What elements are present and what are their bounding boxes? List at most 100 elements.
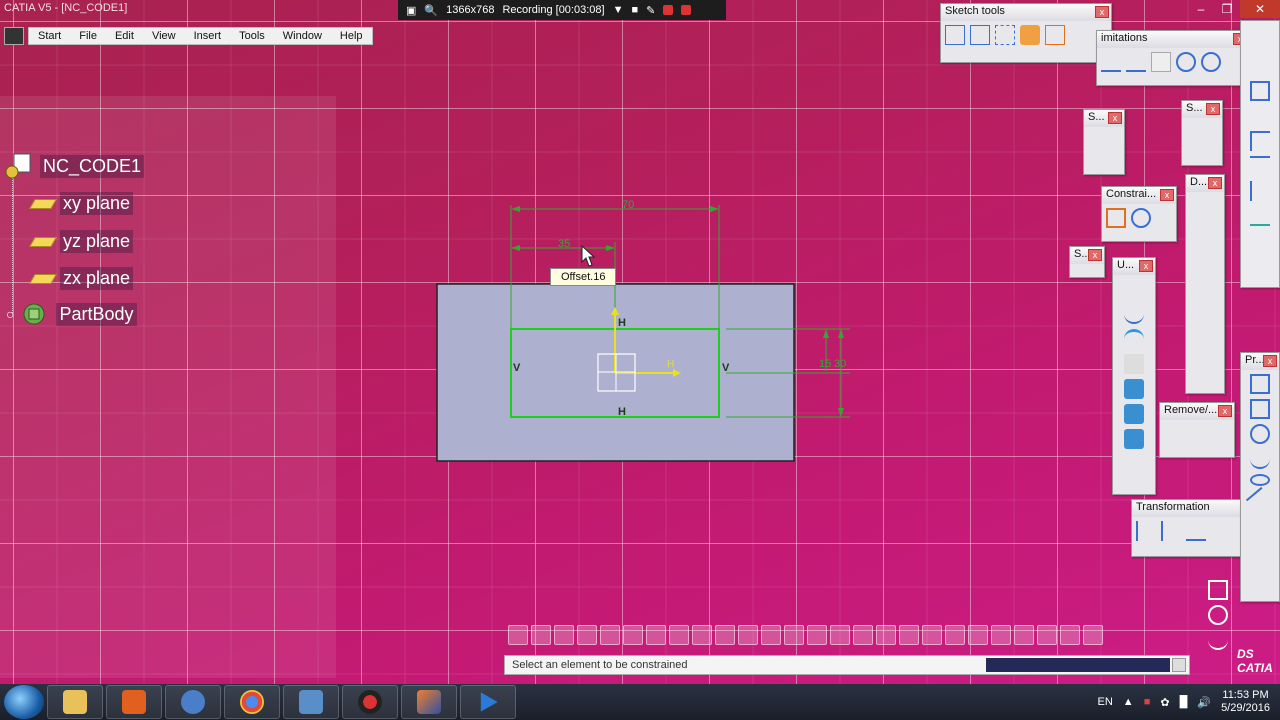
toolbar-small-s1[interactable]: S... x	[1083, 109, 1125, 175]
zoom-out-icon[interactable]	[807, 625, 827, 645]
quick-trim-icon[interactable]	[1151, 52, 1171, 72]
constraint-v-right[interactable]: V	[722, 362, 730, 374]
layer-icon[interactable]	[1250, 206, 1270, 226]
close-arc-icon[interactable]	[1176, 52, 1196, 72]
break-icon[interactable]	[1126, 52, 1146, 72]
dimension-70-label[interactable]: 70	[622, 199, 634, 211]
comment-icon[interactable]	[577, 625, 597, 645]
wireframe-icon[interactable]	[968, 625, 988, 645]
toolbar-profile[interactable]: Pr... x	[1240, 352, 1280, 602]
dimensional-constraints-icon[interactable]	[1045, 25, 1065, 45]
constraint-v-left[interactable]: V	[513, 362, 521, 374]
layer-icon[interactable]	[1014, 625, 1034, 645]
spline-icon[interactable]	[1250, 449, 1270, 469]
taskbar-chrome[interactable]	[224, 685, 280, 719]
dimension-15-label[interactable]: 15	[819, 358, 831, 370]
fit-all-icon[interactable]	[715, 625, 735, 645]
compass-icon[interactable]	[692, 625, 712, 645]
body-icon[interactable]	[1124, 429, 1144, 449]
conic-icon[interactable]	[1124, 329, 1144, 349]
constraint-h-bottom[interactable]: H	[618, 406, 626, 418]
taskbar-catia[interactable]	[401, 685, 457, 719]
contact-constraint-icon[interactable]	[1131, 208, 1151, 228]
taskbar-recorder[interactable]	[342, 685, 398, 719]
point-icon[interactable]	[1124, 279, 1144, 299]
toolbar-small-s2[interactable]: S... x	[1181, 100, 1223, 166]
toolbar-remove[interactable]: Remove/... x	[1159, 402, 1235, 458]
rotate-icon[interactable]	[761, 625, 781, 645]
grid-icon[interactable]	[945, 25, 965, 45]
language-indicator[interactable]: EN	[1098, 696, 1113, 708]
iso-view-icon[interactable]	[876, 625, 896, 645]
eraser-icon[interactable]	[1124, 354, 1144, 374]
solid-icon[interactable]	[1124, 379, 1144, 399]
sketch-icon[interactable]	[600, 625, 620, 645]
command-input[interactable]	[986, 658, 1170, 672]
close-icon[interactable]: x	[1095, 6, 1109, 18]
toolbar-small-s3[interactable]: S... x	[1069, 246, 1105, 278]
sketch-analysis-icon[interactable]	[1037, 625, 1057, 645]
graph-icon[interactable]	[991, 625, 1011, 645]
select-arrow-icon[interactable]	[1250, 106, 1270, 126]
toolbar-sketch-tools[interactable]: Sketch tools x	[940, 3, 1112, 63]
toolbar-right-dock[interactable]	[1240, 20, 1280, 288]
taskbar-media-player[interactable]	[106, 685, 162, 719]
normal-view-icon[interactable]	[830, 625, 850, 645]
close-icon[interactable]: x	[1139, 260, 1153, 272]
search-icon[interactable]	[1172, 658, 1186, 672]
toolbar-small-d[interactable]: D... x	[1185, 174, 1225, 394]
close-icon[interactable]: x	[1160, 189, 1174, 201]
spline-icon[interactable]	[1208, 630, 1228, 650]
toolbar-small-u[interactable]: U... x	[1112, 257, 1156, 495]
toolbar-constraint[interactable]: Constrai... x	[1101, 186, 1177, 242]
rectangle-icon[interactable]	[1208, 580, 1228, 600]
taskbar-player[interactable]	[460, 685, 516, 719]
measure-icon[interactable]	[669, 625, 689, 645]
clock[interactable]: 11:53 PM 5/29/2016	[1221, 689, 1270, 715]
translate-icon[interactable]	[1186, 521, 1206, 541]
catalog-icon[interactable]	[1083, 625, 1103, 645]
analysis-icon[interactable]	[646, 625, 666, 645]
mirror-icon[interactable]	[1250, 181, 1270, 201]
circle-icon[interactable]	[1208, 605, 1228, 625]
profile-icon[interactable]	[1250, 374, 1270, 394]
taskbar-explorer[interactable]	[47, 685, 103, 719]
network-icon[interactable]: █	[1180, 696, 1188, 708]
redo-icon[interactable]	[531, 625, 551, 645]
shading-icon[interactable]	[899, 625, 919, 645]
tray-up-arrow-icon[interactable]: ▲	[1123, 696, 1134, 708]
hide-show-icon[interactable]	[922, 625, 942, 645]
symmetry-icon[interactable]	[1161, 521, 1181, 541]
complement-icon[interactable]	[1201, 52, 1221, 72]
cut-part-icon[interactable]	[853, 625, 873, 645]
close-icon[interactable]: x	[1108, 112, 1122, 124]
solid-icon[interactable]	[1124, 404, 1144, 424]
circle-icon[interactable]	[1250, 424, 1270, 444]
windows-start-button[interactable]	[4, 685, 44, 719]
corner-icon[interactable]	[1250, 131, 1270, 151]
rectangle-icon[interactable]	[1250, 399, 1270, 419]
close-icon[interactable]: x	[1088, 249, 1102, 261]
taskbar-network[interactable]	[165, 685, 221, 719]
snap-to-point-icon[interactable]	[970, 25, 990, 45]
close-icon[interactable]: x	[1218, 405, 1232, 417]
mirror-icon[interactable]	[1136, 521, 1156, 541]
constraint-icon[interactable]	[1106, 208, 1126, 228]
trim-icon[interactable]	[1101, 52, 1121, 72]
pan-icon[interactable]	[738, 625, 758, 645]
formula-icon[interactable]	[554, 625, 574, 645]
close-icon[interactable]: x	[1206, 103, 1220, 115]
toolbar-transformation[interactable]: Transformation	[1131, 499, 1243, 557]
exit-workbench-icon[interactable]	[1250, 81, 1270, 101]
geometric-constraints-icon[interactable]	[1020, 25, 1040, 45]
toolbar-relimitations[interactable]: imitationsx	[1096, 30, 1250, 86]
undo-icon[interactable]	[508, 625, 528, 645]
zoom-in-icon[interactable]	[784, 625, 804, 645]
ellipse-icon[interactable]	[1250, 474, 1270, 486]
dimension-35-label[interactable]: 35	[558, 238, 570, 250]
volume-icon[interactable]: 🔊	[1197, 696, 1211, 709]
construction-element-icon[interactable]	[995, 25, 1015, 45]
close-icon[interactable]: x	[1208, 177, 1222, 189]
line-icon[interactable]	[1245, 486, 1275, 516]
settings-icon[interactable]: ✿	[1160, 696, 1169, 709]
